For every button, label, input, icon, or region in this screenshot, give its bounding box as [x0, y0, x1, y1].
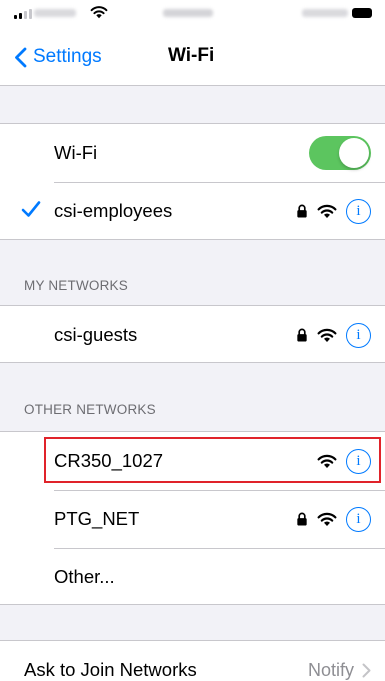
battery-icon [352, 8, 372, 18]
connected-network-row[interactable]: csi-employees i [0, 182, 385, 240]
status-bar [0, 0, 385, 28]
battery-percent-blurred [302, 9, 348, 17]
network-status-icons: i [317, 432, 371, 490]
info-icon[interactable]: i [346, 506, 371, 532]
carrier-name-blurred [34, 9, 76, 17]
my-networks-header: MY NETWORKS [24, 278, 128, 293]
network-row[interactable]: CR350_1027 i [0, 432, 385, 490]
navigation-bar: Settings Wi-Fi [0, 28, 385, 86]
network-name: csi-employees [54, 200, 173, 221]
info-icon[interactable]: i [346, 448, 371, 474]
back-button-label: Settings [33, 46, 102, 67]
network-name: PTG_NET [54, 508, 140, 529]
other-networks-header: OTHER NETWORKS [24, 402, 156, 417]
wifi-signal-icon [317, 454, 337, 468]
network-status-icons: i [296, 182, 371, 240]
lock-icon [297, 204, 307, 218]
network-status-icons: i [296, 490, 371, 548]
network-row[interactable]: csi-guests i [0, 306, 385, 364]
other-networks-group: CR350_1027 i PTG_NET i Other... [0, 431, 385, 605]
ask-to-join-value-container: Notify [308, 641, 371, 681]
network-name: CR350_1027 [54, 450, 164, 471]
chevron-left-icon [15, 47, 27, 67]
network-row[interactable]: PTG_NET i [0, 490, 385, 548]
wifi-icon [90, 6, 108, 19]
network-status-icons: i [296, 306, 371, 364]
other-network-row[interactable]: Other... [0, 548, 385, 606]
page-title: Wi-Fi [168, 45, 215, 66]
wifi-signal-icon [317, 328, 337, 342]
my-networks-group: csi-guests i [0, 305, 385, 363]
ask-to-join-group: Ask to Join Networks Notify [0, 640, 385, 681]
wifi-toggle-row: Wi-Fi [0, 124, 385, 182]
toggle-knob [339, 138, 369, 168]
wifi-toggle-label: Wi-Fi [54, 142, 98, 163]
lock-icon [297, 328, 307, 342]
lock-icon [297, 512, 307, 526]
ask-to-join-value: Notify [307, 660, 354, 680]
checkmark-icon [21, 201, 41, 217]
wifi-group: Wi-Fi csi-employees i [0, 123, 385, 240]
signal-icon [14, 9, 32, 19]
back-button[interactable]: Settings [14, 44, 102, 70]
info-icon[interactable]: i [346, 322, 371, 348]
wifi-signal-icon [317, 204, 337, 218]
time-blurred [163, 9, 213, 17]
network-name: csi-guests [54, 324, 138, 345]
other-network-label: Other... [54, 566, 115, 587]
wifi-signal-icon [317, 512, 337, 526]
wifi-toggle-switch[interactable] [309, 136, 371, 170]
ask-to-join-label: Ask to Join Networks [24, 659, 197, 680]
ask-to-join-row[interactable]: Ask to Join Networks Notify [0, 641, 385, 681]
chevron-right-icon [362, 663, 371, 677]
info-icon[interactable]: i [346, 198, 371, 224]
